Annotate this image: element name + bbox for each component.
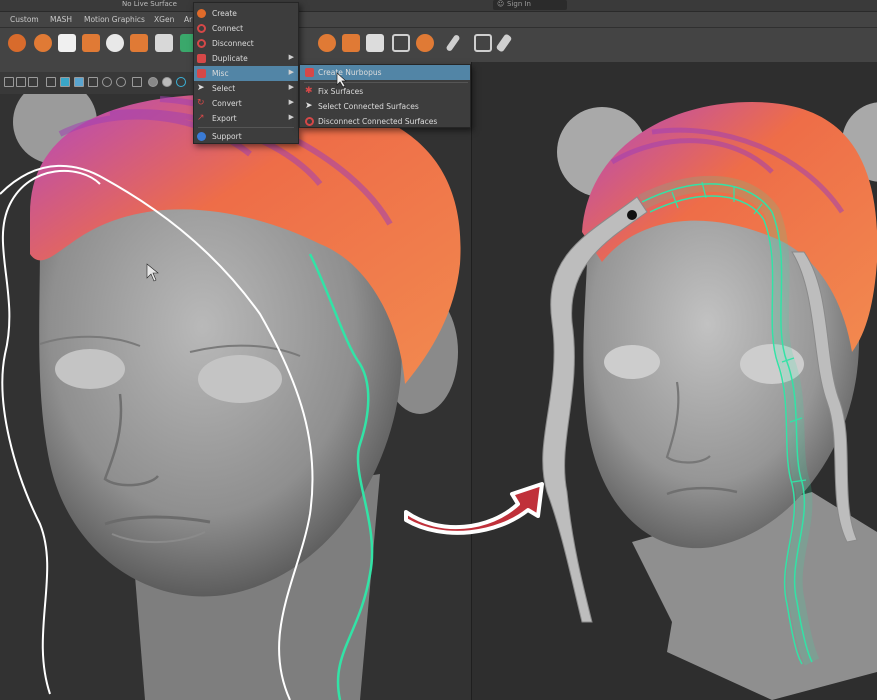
viewport-left[interactable] xyxy=(0,94,471,700)
export-icon: ↗ xyxy=(197,113,205,123)
submenu-item-create-nurbopus[interactable]: Create Nurbopus xyxy=(300,65,470,80)
submenu-item-fix-surfaces[interactable]: ✱ Fix Surfaces xyxy=(300,84,470,99)
gs-logo-icon[interactable] xyxy=(8,34,26,52)
xray-joints-icon[interactable] xyxy=(162,77,172,87)
user-icon: ☺ xyxy=(497,0,505,8)
select-connected-icon: ➤ xyxy=(305,101,313,111)
menu-item-select-label: Select xyxy=(212,84,236,93)
transform-arrow-icon xyxy=(404,482,544,535)
sign-in-button[interactable]: ☺ Sign In xyxy=(493,0,567,10)
pen-icon[interactable] xyxy=(445,33,461,53)
submenu-item-disconnect-connected-label: Disconnect Connected Surfaces xyxy=(318,117,438,126)
menu-item-export[interactable]: ↗ Export ▶ xyxy=(194,111,298,126)
lights-icon[interactable] xyxy=(88,77,98,87)
pivot-point xyxy=(627,210,637,220)
menu-item-select[interactable]: ➤ Select ▶ xyxy=(194,81,298,96)
menu-item-disconnect[interactable]: Disconnect xyxy=(194,36,298,51)
left-eye xyxy=(55,349,125,389)
tab-motion-graphics[interactable]: Motion Graphics xyxy=(80,14,149,27)
submenu-item-disconnect-connected[interactable]: Disconnect Connected Surfaces xyxy=(300,114,470,129)
duplicate-icon xyxy=(197,54,206,63)
menu-item-export-label: Export xyxy=(212,114,237,123)
live-surface-label[interactable]: No Live Surface xyxy=(122,0,177,8)
right-eye xyxy=(198,355,282,403)
chevron-right-icon: ▶ xyxy=(288,98,294,106)
menu-cursor-icon xyxy=(336,72,347,88)
misc-submenu: Create Nurbopus ✱ Fix Surfaces ➤ Select … xyxy=(299,64,471,128)
xray-icon[interactable] xyxy=(148,77,158,87)
menu-item-misc[interactable]: Misc ▶ xyxy=(194,66,298,81)
brush-icon[interactable] xyxy=(495,33,513,53)
viewport-right[interactable] xyxy=(472,62,877,700)
menu-item-connect-label: Connect xyxy=(212,24,244,33)
support-icon xyxy=(197,132,206,141)
shelf-tabs: Custom MASH Motion Graphics XGen Ar xyxy=(0,12,877,28)
grid-icon[interactable] xyxy=(16,77,26,87)
box-icon[interactable] xyxy=(342,34,360,52)
menu-item-duplicate-label: Duplicate xyxy=(212,54,248,63)
film-gate-icon[interactable] xyxy=(28,77,38,87)
submenu-item-fix-surfaces-label: Fix Surfaces xyxy=(318,87,364,96)
menu-item-support[interactable]: Support xyxy=(194,129,298,144)
menu-item-connect[interactable]: Connect xyxy=(194,21,298,36)
connect-shelf-icon[interactable] xyxy=(82,34,100,52)
menu-item-create[interactable]: Create xyxy=(194,6,298,21)
connect-icon xyxy=(197,24,206,33)
chevron-right-icon: ▶ xyxy=(288,83,294,91)
camera-icon[interactable] xyxy=(176,77,186,87)
select-icon: ➤ xyxy=(197,83,205,93)
submenu-item-select-connected[interactable]: ➤ Select Connected Surfaces xyxy=(300,99,470,114)
submenu-separator xyxy=(304,82,468,83)
plane-icon[interactable] xyxy=(366,34,384,52)
chevron-right-icon: ▶ xyxy=(288,113,294,121)
extrude-icon[interactable] xyxy=(130,34,148,52)
submenu-item-select-connected-label: Select Connected Surfaces xyxy=(318,102,419,111)
menu-item-misc-label: Misc xyxy=(212,69,229,78)
viewport-toolbar xyxy=(0,72,205,94)
sign-in-label: Sign In xyxy=(507,0,531,8)
fix-surfaces-icon: ✱ xyxy=(305,86,313,96)
frame-icon[interactable] xyxy=(392,34,410,52)
tab-xgen[interactable]: XGen xyxy=(150,14,178,27)
duplicate-shelf-icon[interactable] xyxy=(155,34,173,52)
menu-item-convert[interactable]: ↻ Convert ▶ xyxy=(194,96,298,111)
menu-separator xyxy=(198,127,294,128)
disconnect-icon xyxy=(197,39,206,48)
grid-sphere-icon[interactable] xyxy=(416,34,434,52)
tab-mash[interactable]: MASH xyxy=(46,14,76,27)
submenu-item-create-nurbopus-label: Create Nurbopus xyxy=(318,68,382,77)
isolate-icon[interactable] xyxy=(132,77,142,87)
bounding-box-icon[interactable] xyxy=(474,34,492,52)
menu-item-convert-label: Convert xyxy=(212,99,242,108)
right-scene xyxy=(542,102,877,700)
menu-item-support-label: Support xyxy=(212,132,242,141)
create-icon xyxy=(197,9,206,18)
wireframe-icon[interactable] xyxy=(46,77,56,87)
nurbopus-icon xyxy=(305,68,314,77)
sphere-icon[interactable] xyxy=(34,34,52,52)
chevron-right-icon: ▶ xyxy=(288,68,294,76)
menu-item-duplicate[interactable]: Duplicate ▶ xyxy=(194,51,298,66)
ao-icon[interactable] xyxy=(116,77,126,87)
smooth-shade-icon[interactable] xyxy=(60,77,70,87)
left-scene xyxy=(0,94,461,700)
gs-curvetools-menu: Create Connect Disconnect Duplicate ▶ Mi… xyxy=(193,2,299,144)
status-line: No Live Surface ☺ Sign In xyxy=(0,0,877,12)
select-camera-icon[interactable] xyxy=(4,77,14,87)
pie-icon[interactable] xyxy=(106,34,124,52)
menu-item-create-label: Create xyxy=(212,9,237,18)
convert-icon: ↻ xyxy=(197,98,205,108)
cube-split-icon[interactable] xyxy=(58,34,76,52)
tab-custom[interactable]: Custom xyxy=(6,14,43,27)
disconnect-connected-icon xyxy=(305,117,314,126)
target-icon[interactable] xyxy=(318,34,336,52)
shadows-icon[interactable] xyxy=(102,77,112,87)
left-eye xyxy=(604,345,660,379)
chevron-right-icon: ▶ xyxy=(288,53,294,61)
misc-icon xyxy=(197,69,206,78)
menu-item-disconnect-label: Disconnect xyxy=(212,39,254,48)
textured-icon[interactable] xyxy=(74,77,84,87)
